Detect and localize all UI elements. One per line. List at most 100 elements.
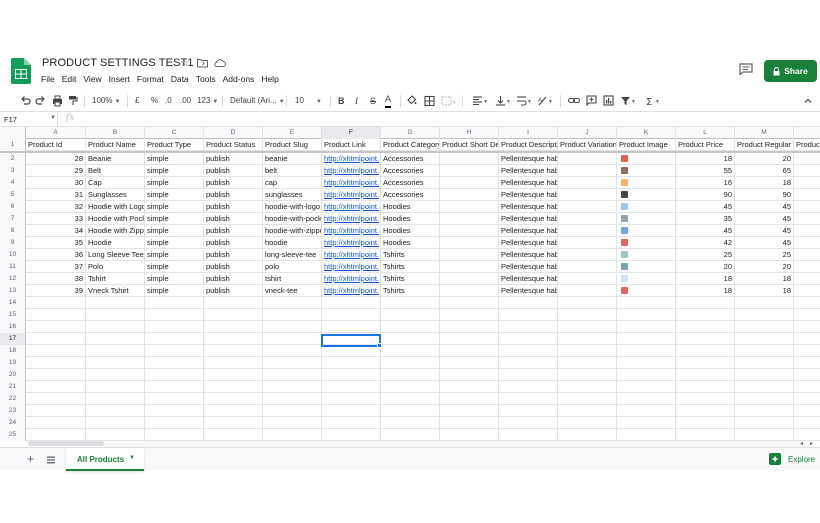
cell-empty[interactable]	[676, 357, 735, 368]
cell-empty[interactable]	[794, 309, 820, 320]
cell-empty[interactable]	[263, 381, 322, 392]
cell-empty[interactable]	[735, 381, 794, 392]
cell-empty[interactable]	[263, 297, 322, 308]
cell-empty[interactable]	[322, 381, 381, 392]
cell-img[interactable]	[617, 213, 676, 224]
cell-category[interactable]: Hoodies	[381, 201, 440, 212]
cell-regular[interactable]: 45	[735, 225, 794, 236]
cell-empty[interactable]	[676, 393, 735, 404]
row-header[interactable]: 22	[0, 393, 26, 405]
cell-empty[interactable]	[617, 417, 676, 428]
sheets-logo-icon[interactable]	[11, 58, 31, 84]
cell-empty[interactable]	[204, 345, 263, 356]
cell-empty[interactable]	[794, 177, 820, 188]
column-header-k[interactable]: K	[617, 127, 676, 139]
cell-status[interactable]: publish	[204, 249, 263, 260]
cell-link[interactable]: http://xhtmlpoint.	[322, 189, 381, 200]
text-rotation-icon[interactable]: A ▼	[537, 94, 553, 108]
cell-empty[interactable]	[86, 357, 145, 368]
cell-desc[interactable]: Pellentesque habitant morbi tristique	[499, 273, 558, 284]
cloud-status-icon[interactable]	[214, 58, 226, 72]
column-header-f[interactable]: F	[322, 127, 381, 139]
font-select[interactable]: Default (Ari... ▼	[230, 94, 285, 108]
cell-price[interactable]: 18	[676, 273, 735, 284]
cell-empty[interactable]	[381, 405, 440, 416]
cell-empty[interactable]	[86, 381, 145, 392]
column-header-l[interactable]: L	[676, 127, 735, 139]
cell-empty[interactable]	[676, 369, 735, 380]
cell-link[interactable]: http://xhtmlpoint.	[322, 285, 381, 296]
cell-empty[interactable]	[263, 369, 322, 380]
borders-icon[interactable]	[424, 94, 435, 108]
cell-price[interactable]: 16	[676, 177, 735, 188]
star-icon[interactable]: ☆	[180, 58, 189, 70]
header-cell[interactable]: Product Link	[322, 139, 381, 150]
cell-short[interactable]	[440, 153, 499, 164]
percent-format-button[interactable]: %	[151, 94, 158, 108]
cell-img[interactable]	[617, 165, 676, 176]
row-header[interactable]: 4	[0, 177, 26, 189]
cell-link[interactable]: http://xhtmlpoint.	[322, 153, 381, 164]
cell-id[interactable]: 34	[26, 225, 86, 236]
cell-var[interactable]	[558, 237, 617, 248]
cell-empty[interactable]	[676, 297, 735, 308]
functions-icon[interactable]: Σ ▼	[645, 94, 661, 108]
italic-button[interactable]: I	[355, 94, 358, 108]
cell-category[interactable]: Accessories	[381, 153, 440, 164]
cell-var[interactable]	[558, 225, 617, 236]
cell-status[interactable]: publish	[204, 261, 263, 272]
cell-regular[interactable]: 20	[735, 153, 794, 164]
cell-name[interactable]: Hoodie	[86, 237, 145, 248]
cell-empty[interactable]	[440, 333, 499, 344]
column-header-a[interactable]: A	[26, 127, 86, 139]
cell-empty[interactable]	[204, 321, 263, 332]
cell-empty[interactable]	[440, 369, 499, 380]
column-header-c[interactable]: C	[145, 127, 204, 139]
cell-empty[interactable]	[735, 297, 794, 308]
cell-desc[interactable]: Pellentesque habitant morbi tristique	[499, 213, 558, 224]
redo-icon[interactable]	[35, 94, 46, 108]
cell-empty[interactable]	[86, 345, 145, 356]
cell-short[interactable]	[440, 285, 499, 296]
cell-empty[interactable]	[145, 381, 204, 392]
spreadsheet-grid[interactable]: ABCDEFGHIJKLM 1 Product Id Product Name Pro…	[0, 127, 820, 442]
cell-empty[interactable]	[735, 357, 794, 368]
cell-empty[interactable]	[26, 357, 86, 368]
cell-empty[interactable]	[440, 429, 499, 440]
cell-empty[interactable]	[26, 369, 86, 380]
menu-format[interactable]: Format	[137, 74, 169, 84]
row-header[interactable]: 14	[0, 297, 26, 309]
cell-empty[interactable]	[440, 321, 499, 332]
row-header[interactable]: 7	[0, 213, 26, 225]
bold-button[interactable]: B	[338, 94, 345, 108]
column-header-e[interactable]: E	[263, 127, 322, 139]
cell-empty[interactable]	[322, 417, 381, 428]
cell-img[interactable]	[617, 261, 676, 272]
cell-id[interactable]: 37	[26, 261, 86, 272]
print-icon[interactable]	[52, 94, 63, 108]
cell-img[interactable]	[617, 237, 676, 248]
cell-name[interactable]: Vneck Tshirt	[86, 285, 145, 296]
cell-empty[interactable]	[794, 201, 820, 212]
product-thumbnail-icon[interactable]	[621, 239, 628, 246]
cell-name[interactable]: Belt	[86, 165, 145, 176]
cell-empty[interactable]	[617, 333, 676, 344]
cell-img[interactable]	[617, 225, 676, 236]
cell-img[interactable]	[617, 189, 676, 200]
cell-empty[interactable]	[263, 309, 322, 320]
horizontal-align-icon[interactable]: ▼	[472, 94, 488, 108]
row-header[interactable]: 1	[0, 139, 26, 151]
cell-regular[interactable]: 18	[735, 273, 794, 284]
cell-empty[interactable]	[499, 393, 558, 404]
all-sheets-menu-icon[interactable]	[47, 456, 55, 464]
cell-empty[interactable]	[26, 321, 86, 332]
cell-desc[interactable]: Pellentesque habitant morbi tristique	[499, 153, 558, 164]
cell-id[interactable]: 38	[26, 273, 86, 284]
cell-link[interactable]: http://xhtmlpoint.	[322, 261, 381, 272]
cell-var[interactable]	[558, 249, 617, 260]
cell-empty[interactable]	[263, 357, 322, 368]
cell-empty[interactable]	[204, 429, 263, 440]
column-header-d[interactable]: D	[204, 127, 263, 139]
cell-empty[interactable]	[145, 405, 204, 416]
vertical-align-icon[interactable]: ▼	[495, 94, 511, 108]
